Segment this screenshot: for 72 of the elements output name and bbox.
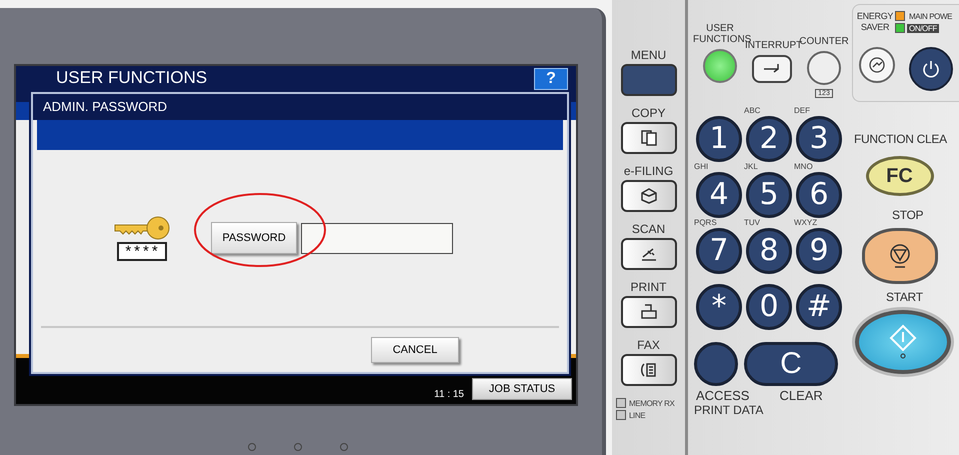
clock-time: 11 : 15 bbox=[434, 389, 464, 400]
mode-label: COPY bbox=[631, 106, 666, 120]
keypad-key[interactable]: 2 bbox=[746, 116, 792, 162]
mode-button[interactable] bbox=[620, 238, 676, 270]
screen-title: USER FUNCTIONS bbox=[56, 68, 208, 88]
key-letters: PQRS bbox=[694, 218, 717, 228]
mode-button[interactable] bbox=[620, 354, 676, 386]
key-letters: JKL bbox=[744, 162, 758, 172]
key-letters: ABC bbox=[744, 106, 760, 116]
fax-icon bbox=[638, 361, 658, 379]
access-key[interactable] bbox=[694, 342, 738, 386]
lamp-label: MAIN POWE bbox=[908, 12, 954, 20]
cancel-button[interactable]: CANCEL bbox=[371, 337, 459, 363]
password-field[interactable] bbox=[301, 222, 453, 254]
stop-button[interactable] bbox=[862, 228, 938, 284]
counter-key[interactable] bbox=[807, 51, 841, 85]
access-label: ACCESS bbox=[696, 388, 750, 403]
mode-label: SCAN bbox=[632, 222, 666, 236]
dialog-title: ADMIN. PASSWORD bbox=[33, 94, 567, 120]
keypad-key[interactable]: 6 bbox=[796, 172, 842, 218]
mode-button[interactable] bbox=[620, 64, 676, 96]
mode-button[interactable] bbox=[620, 296, 676, 328]
indicator-dot bbox=[294, 443, 302, 451]
printer-icon bbox=[638, 303, 658, 321]
lamp-label: MEMORY RX bbox=[629, 398, 674, 408]
mode-label: e-FILING bbox=[624, 164, 674, 178]
interrupt-key[interactable] bbox=[752, 55, 792, 83]
keypad-key[interactable]: 0 bbox=[746, 284, 792, 330]
stop-label: STOP bbox=[892, 208, 924, 222]
key-letters: DEF bbox=[794, 106, 810, 116]
box-icon bbox=[638, 187, 658, 205]
keypad-key[interactable]: # bbox=[796, 284, 842, 330]
keypad-key[interactable]: 8 bbox=[746, 228, 792, 274]
keypad-key[interactable]: 5 bbox=[746, 172, 792, 218]
indicator-dot bbox=[340, 443, 348, 451]
key-letters: MNO bbox=[794, 162, 813, 172]
copy-pages-icon bbox=[638, 129, 658, 147]
password-button[interactable]: PASSWORD bbox=[211, 222, 297, 254]
power-button[interactable] bbox=[909, 47, 953, 91]
start-label: START bbox=[886, 290, 923, 304]
indicator-dot bbox=[248, 443, 256, 451]
keypad-key[interactable]: * bbox=[696, 284, 742, 330]
print-data-label: PRINT DATA bbox=[694, 403, 764, 417]
lamp-key[interactable] bbox=[703, 49, 737, 83]
key-icon bbox=[113, 216, 171, 240]
mode-button[interactable] bbox=[620, 180, 676, 212]
lamp-label: ON/OFF bbox=[907, 24, 939, 32]
keypad-key[interactable]: 4 bbox=[696, 172, 742, 218]
job-status-button[interactable]: JOB STATUS bbox=[472, 378, 572, 400]
mode-label: MENU bbox=[630, 48, 666, 62]
mode-label: PRINT bbox=[630, 280, 666, 294]
key-letters: GHI bbox=[694, 162, 708, 172]
help-button[interactable]: ? bbox=[534, 68, 568, 90]
keypad-key[interactable]: 7 bbox=[696, 228, 742, 274]
start-button[interactable] bbox=[854, 310, 950, 374]
energy-saver-label: ENERGY SAVER bbox=[856, 11, 894, 34]
lamp-label: LINE bbox=[629, 410, 646, 420]
start-icon bbox=[888, 324, 916, 360]
function-clear-button[interactable]: FC bbox=[866, 156, 934, 196]
mode-button[interactable] bbox=[620, 122, 676, 154]
clear-key[interactable]: C bbox=[744, 342, 838, 386]
keypad-key[interactable]: 3 bbox=[796, 116, 842, 162]
keypad-key[interactable]: 1 bbox=[696, 116, 742, 162]
energy-saver-button[interactable] bbox=[859, 47, 895, 83]
function-clear-label: FUNCTION CLEA bbox=[854, 132, 947, 146]
clear-label: CLEAR bbox=[779, 388, 823, 403]
key-letters: TUV bbox=[744, 218, 760, 228]
key-letters: WXYZ bbox=[794, 218, 818, 228]
mode-label: FAX bbox=[637, 338, 660, 352]
power-icon bbox=[921, 59, 941, 79]
keypad-key[interactable]: 9 bbox=[796, 228, 842, 274]
password-hint: **** bbox=[117, 242, 167, 260]
